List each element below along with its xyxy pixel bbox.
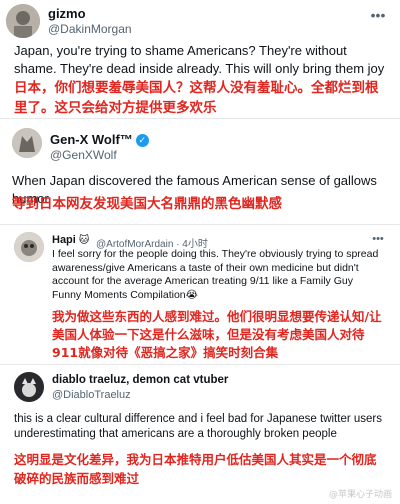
chinese-translation: 日本，你们想要羞辱美国人？这帮人没有羞耻心。全都烂到根里了。这只会给对方提供更多… [14, 80, 379, 116]
chinese-translation: 这明显是文化差异，我为日本推特用户低估美国人其实是一个彻底破碎的民族而感到难过 [14, 452, 377, 486]
user-handle[interactable]: @DiabloTraeluz [52, 389, 131, 401]
chinese-translation: 我为做这些东西的人感到难过。他们很明显想要传递认知/让美国人体验一下这是什么滋味… [52, 309, 382, 360]
display-name[interactable]: Hapi 🐱 [52, 234, 89, 246]
watermark: @苹果心子动画 [328, 490, 392, 500]
avatar[interactable] [12, 128, 42, 158]
user-handle[interactable]: @DakinMorgan [48, 22, 132, 36]
verified-badge-icon: ✓ [135, 134, 149, 147]
tweet-gizmo[interactable]: gizmo @DakinMorgan ••• Japan, you're try… [0, 0, 400, 116]
avatar[interactable] [6, 4, 40, 38]
tweet-text: I feel sorry for the people doing this. … [52, 248, 379, 301]
display-name-text: Gen-X Wolf™ [50, 132, 133, 147]
tweet-diablotraeluz[interactable]: diablo traeluz, demon cat vtuber @Diablo… [0, 368, 400, 504]
name-emoji: 🐱 [78, 235, 90, 246]
display-name[interactable]: diablo traeluz, demon cat vtuber [52, 374, 228, 386]
display-name[interactable]: Gen-X Wolf™ ✓ [50, 132, 149, 147]
avatar[interactable] [14, 232, 44, 262]
user-handle[interactable]: @GenXWolf [50, 148, 117, 162]
display-name[interactable]: gizmo [48, 6, 86, 21]
divider [0, 364, 400, 365]
more-horizontal-icon[interactable]: ••• [370, 8, 386, 26]
avatar[interactable] [14, 372, 44, 402]
tweet-genxwolf[interactable]: Gen-X Wolf™ ✓ @GenXWolf When Japan discov… [0, 120, 400, 220]
display-name-text: Hapi [52, 234, 76, 246]
divider [0, 224, 400, 225]
tweet-hapi[interactable]: Hapi 🐱 @ArtofMorArdain · 4小时 ••• I feel … [0, 228, 400, 360]
divider [0, 118, 400, 119]
chinese-translation: 等到日本网友发现美国大名鼎鼎的黑色幽默感 [12, 196, 282, 212]
tweet-text: Japan, you're trying to shame Americans?… [14, 43, 385, 76]
tweet-text: this is a clear cultural difference and … [14, 413, 382, 440]
